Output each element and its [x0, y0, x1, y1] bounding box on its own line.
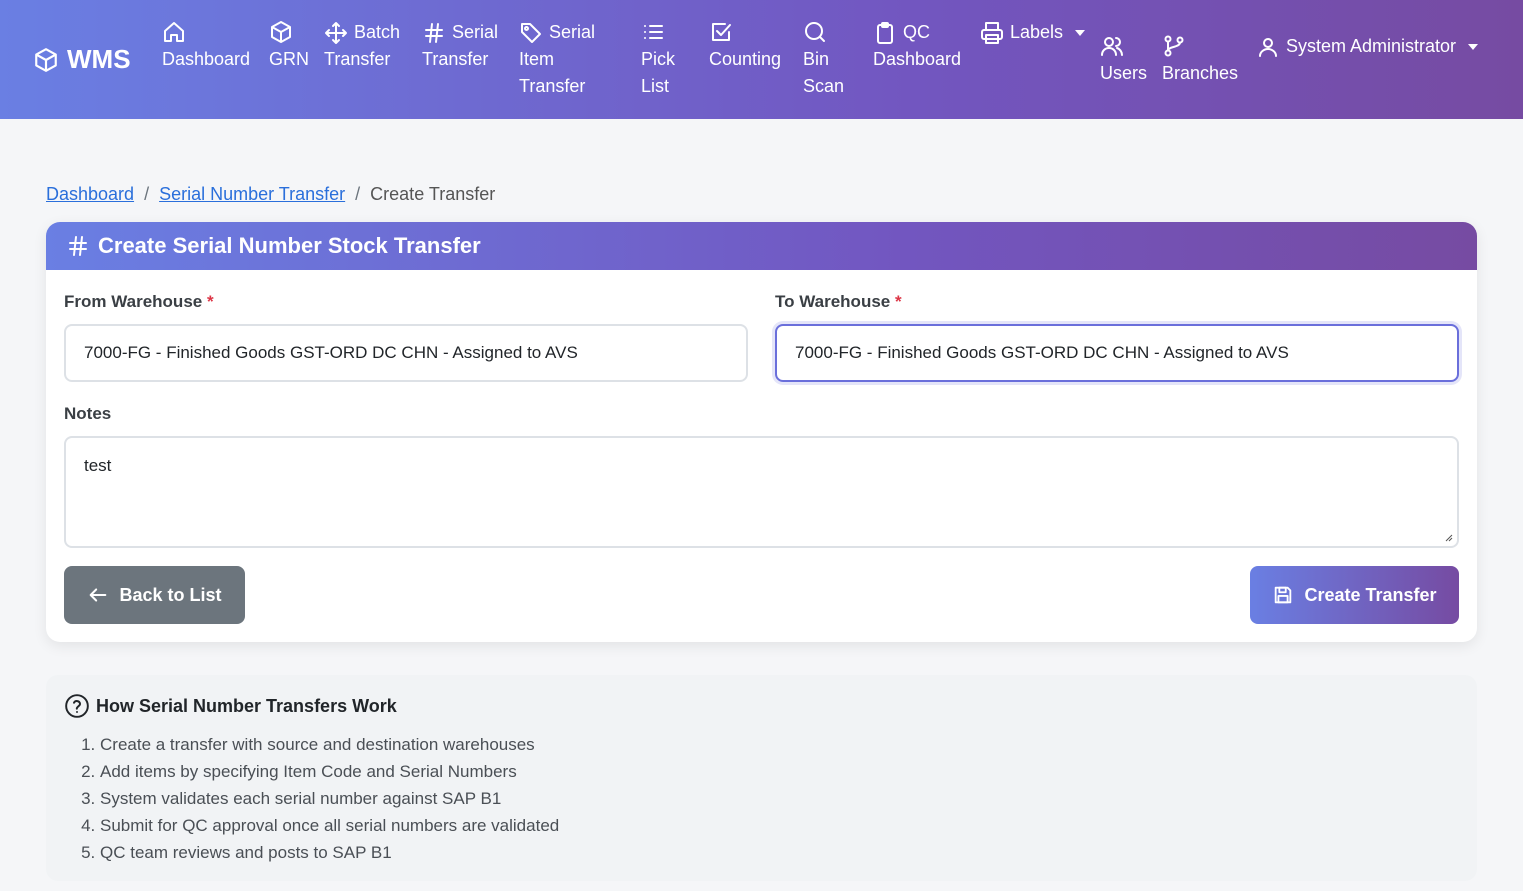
arrow-left-icon [90, 588, 107, 602]
resize-handle-icon[interactable] [1443, 532, 1453, 542]
notes-value: test [84, 456, 112, 475]
back-to-list-button[interactable]: Back to List [64, 566, 245, 624]
breadcrumb-serial-transfer-link[interactable]: Serial Number Transfer [159, 184, 345, 205]
card-title: Create Serial Number Stock Transfer [98, 233, 481, 258]
nav-label: GRN [269, 49, 309, 69]
user-name: System Administrator [1286, 36, 1457, 56]
brand-name: WMS [67, 44, 131, 74]
nav-label: QC [903, 22, 930, 42]
nav-label: Transfer [324, 49, 391, 69]
box-icon [271, 21, 291, 43]
nav-label: Pick [641, 49, 676, 69]
nav-serial-transfer[interactable]: Serial Transfer [422, 19, 498, 73]
label-text: To Warehouse [775, 292, 891, 311]
help-steps-list: Create a transfer with source and destin… [100, 731, 559, 866]
brand-logo[interactable]: WMS [33, 44, 131, 75]
notes-textarea[interactable]: test [64, 436, 1459, 548]
to-warehouse-select[interactable]: 7000-FG - Finished Goods GST-ORD DC CHN … [775, 324, 1459, 382]
nav-users[interactable]: Users [1100, 34, 1147, 87]
breadcrumb: Dashboard / Serial Number Transfer / Cre… [46, 184, 495, 205]
nav-label: Serial [452, 22, 499, 42]
nav-label: Dashboard [162, 49, 251, 69]
hash-icon [69, 236, 87, 256]
nav-bin-scan[interactable]: Bin Scan [803, 20, 844, 100]
label-text: From Warehouse [64, 292, 203, 311]
to-warehouse-value: 7000-FG - Finished Goods GST-ORD DC CHN … [795, 343, 1289, 362]
arrows-move-icon [325, 21, 347, 44]
nav-pick-list[interactable]: Pick List [641, 20, 675, 100]
caret-down-icon [1468, 43, 1479, 50]
search-icon [805, 22, 825, 42]
help-title-text: How Serial Number Transfers Work [96, 695, 397, 716]
caret-down-icon [1075, 29, 1086, 36]
from-warehouse-label: From Warehouse * [64, 292, 214, 312]
user-icon [1259, 37, 1277, 57]
breadcrumb-separator: / [355, 184, 361, 204]
nav-counting[interactable]: Counting [709, 20, 781, 73]
nav-label: Serial [549, 22, 596, 42]
printer-icon [981, 21, 1003, 44]
nav-label: Transfer [519, 76, 586, 96]
top-navbar: WMS Dashboard GRN Batch Transfer Serial … [0, 0, 1523, 119]
card-header: Create Serial Number Stock Transfer [46, 222, 1477, 270]
box-icon [35, 47, 57, 72]
to-warehouse-label: To Warehouse * [775, 292, 902, 312]
home-icon [164, 22, 184, 42]
help-title: How Serial Number Transfers Work [64, 693, 397, 719]
nav-serial-item-transfer[interactable]: Serial Item Transfer [519, 19, 595, 100]
required-mark: * [894, 292, 902, 311]
list-item: Create a transfer with source and destin… [100, 731, 559, 758]
check-square-icon [712, 23, 731, 41]
nav-label: Users [1100, 63, 1148, 83]
breadcrumb-current: Create Transfer [370, 184, 496, 204]
breadcrumb-separator: / [144, 184, 150, 204]
nav-label: Dashboard [873, 49, 962, 69]
nav-label: List [641, 76, 670, 96]
tag-icon [521, 22, 541, 43]
nav-dashboard[interactable]: Dashboard [162, 20, 250, 73]
breadcrumb-dashboard-link[interactable]: Dashboard [46, 184, 134, 205]
nav-batch-transfer[interactable]: Batch Transfer [324, 19, 400, 73]
create-transfer-button[interactable]: Create Transfer [1250, 566, 1459, 624]
nav-label: Branches [1162, 63, 1239, 83]
user-menu-dropdown[interactable]: System Administrator [1256, 33, 1479, 60]
nav-qc-dashboard[interactable]: QC Dashboard [873, 19, 961, 73]
nav-label: Scan [803, 76, 845, 96]
nav-label: Counting [709, 49, 782, 69]
help-panel: How Serial Number Transfers Work Create … [46, 675, 1477, 881]
nav-labels-dropdown[interactable]: Labels [980, 19, 1086, 46]
hash-icon [425, 22, 443, 43]
nav-label: Labels [1010, 22, 1064, 42]
required-mark: * [206, 292, 214, 311]
branch-icon [1164, 35, 1184, 57]
users-icon [1101, 37, 1123, 56]
nav-grn[interactable]: GRN [269, 20, 309, 73]
create-transfer-card: Create Serial Number Stock Transfer From… [46, 222, 1477, 642]
from-warehouse-value: 7000-FG - Finished Goods GST-ORD DC CHN … [84, 343, 578, 362]
list-icon [644, 25, 663, 39]
nav-label: Item [519, 49, 555, 69]
clipboard-icon [877, 21, 893, 44]
nav-branches[interactable]: Branches [1162, 34, 1238, 87]
list-item: QC team reviews and posts to SAP B1 [100, 839, 559, 866]
notes-label: Notes [64, 404, 112, 423]
question-circle-icon [65, 694, 89, 718]
nav-label: Bin [803, 49, 830, 69]
nav-label: Transfer [422, 49, 489, 69]
list-item: Add items by specifying Item Code and Se… [100, 758, 559, 785]
button-label: Back to List [119, 584, 222, 605]
button-label: Create Transfer [1304, 584, 1437, 605]
from-warehouse-select[interactable]: 7000-FG - Finished Goods GST-ORD DC CHN … [64, 324, 748, 382]
nav-label: Batch [354, 22, 401, 42]
save-icon [1275, 586, 1292, 604]
list-item: System validates each serial number agai… [100, 785, 559, 812]
list-item: Submit for QC approval once all serial n… [100, 812, 559, 839]
